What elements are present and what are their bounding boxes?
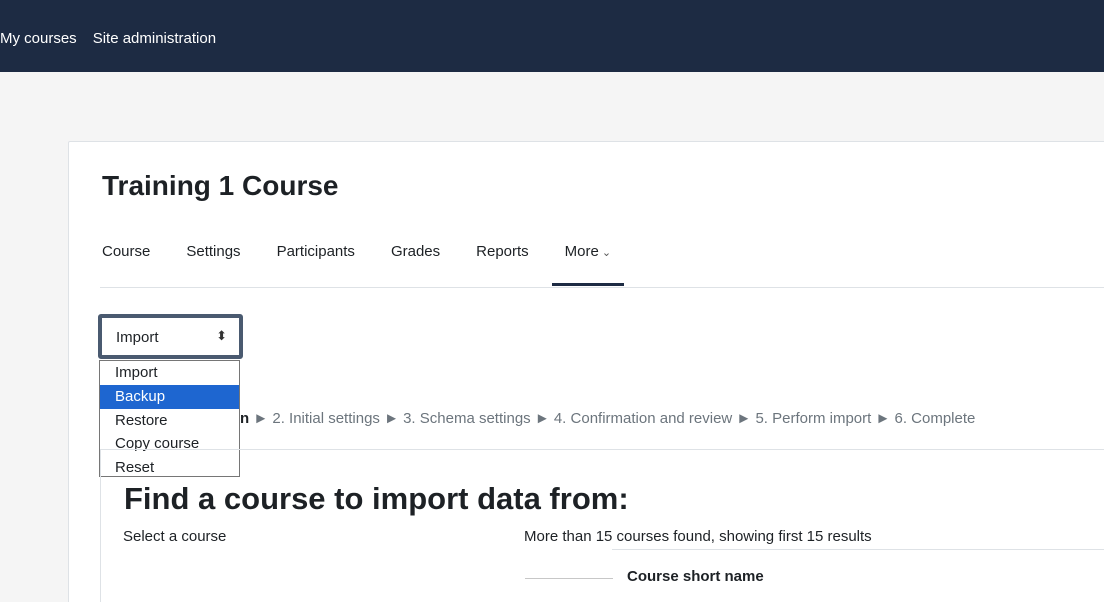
option-reset[interactable]: Reset — [100, 456, 239, 480]
tab-label: Reports — [476, 243, 529, 260]
action-select-dropdown: Import Backup Restore Copy course Reset — [99, 360, 240, 477]
results-summary: More than 15 courses found, showing firs… — [524, 528, 872, 545]
tab-grades[interactable]: Grades — [391, 236, 440, 288]
column-header-course-short-name[interactable]: Course short name — [627, 568, 764, 585]
action-select-value: Import — [116, 329, 159, 346]
import-steps: n ► 2. Initial settings ► 3. Schema sett… — [240, 410, 975, 427]
tab-label: Course — [102, 243, 151, 260]
nav-my-courses[interactable]: My courses — [0, 30, 85, 47]
tab-settings[interactable]: Settings — [186, 236, 240, 288]
tabs-divider — [100, 287, 1104, 288]
find-course-heading: Find a course to import data from: — [124, 481, 629, 516]
option-import[interactable]: Import — [100, 361, 239, 385]
page-title: Training 1 Course — [102, 170, 339, 201]
action-select[interactable]: Import ⬍ — [98, 314, 243, 359]
radio-column-header — [525, 578, 613, 579]
tab-label: Participants — [276, 243, 355, 260]
secondary-nav: Course Settings Participants Grades Repo… — [102, 236, 647, 288]
select-arrows-icon: ⬍ — [216, 328, 227, 343]
option-restore[interactable]: Restore — [100, 409, 239, 433]
nav-site-administration[interactable]: Site administration — [85, 30, 224, 47]
option-copy-course[interactable]: Copy course — [100, 432, 239, 456]
chevron-down-icon: ⌄ — [601, 247, 612, 259]
option-backup[interactable]: Backup — [100, 384, 239, 409]
remaining-steps: ► 2. Initial settings ► 3. Schema settin… — [253, 410, 976, 427]
tab-reports[interactable]: Reports — [476, 236, 529, 288]
results-divider — [612, 549, 1104, 550]
select-course-label: Select a course — [123, 528, 227, 545]
tab-label: Settings — [186, 243, 241, 260]
content-left-border — [100, 449, 101, 602]
primary-nav: My courses Site administration — [0, 30, 224, 47]
tab-course[interactable]: Course — [102, 236, 150, 288]
top-navbar: My courses Site administration — [0, 0, 1104, 72]
tab-more[interactable]: More ⌄ — [551, 236, 625, 288]
content-divider — [100, 449, 1104, 450]
tab-label: Grades — [390, 243, 441, 260]
tab-participants[interactable]: Participants — [277, 236, 355, 288]
tab-label: More — [564, 243, 599, 260]
current-step-fragment: n — [240, 410, 250, 427]
